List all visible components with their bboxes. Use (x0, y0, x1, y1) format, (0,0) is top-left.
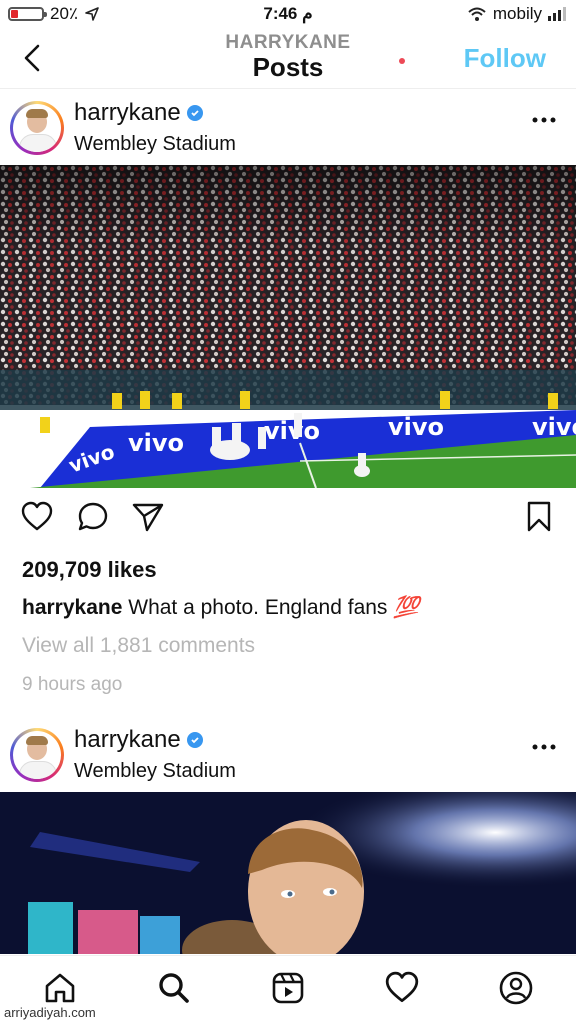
caption-text: What a photo. England fans (128, 596, 388, 619)
comment-icon[interactable] (76, 500, 110, 534)
post-header: harrykane Wembley Stadium (0, 718, 576, 792)
carrier-name: mobily (492, 4, 542, 23)
stadium-crowd-image: vivo vivo vivo vivo vivo (0, 165, 576, 488)
status-bar: 20٪ 7:46 م mobily (0, 0, 576, 30)
view-comments-link[interactable]: View all 1,881 comments (22, 634, 255, 658)
post-location[interactable]: Wembley Stadium (74, 760, 236, 783)
post-location[interactable]: Wembley Stadium (74, 133, 236, 156)
post-photo[interactable]: vivo vivo vivo vivo vivo (0, 165, 576, 488)
avatar[interactable] (10, 728, 64, 782)
bookmark-icon[interactable] (524, 500, 554, 534)
status-right: mobily (467, 4, 566, 24)
svg-text:vivo: vivo (532, 413, 576, 441)
notification-dot (399, 58, 405, 64)
avatar[interactable] (10, 101, 64, 155)
post-username: harrykane (74, 726, 181, 753)
caption-username[interactable]: harrykane (22, 596, 122, 619)
reels-icon[interactable] (270, 970, 306, 1006)
verified-badge-icon (186, 732, 203, 748)
post-actions (0, 500, 576, 544)
post-username: harrykane (74, 99, 181, 126)
more-options-icon[interactable] (532, 115, 556, 125)
post-header: harrykane Wembley Stadium (0, 91, 576, 165)
post-timestamp: 9 hours ago (22, 674, 123, 695)
wifi-icon (468, 7, 486, 21)
post-photo[interactable] (0, 792, 576, 954)
search-icon[interactable] (156, 970, 192, 1006)
player-portrait-image (0, 792, 576, 954)
watermark: arriyadiyah.com (4, 1005, 96, 1020)
follow-button[interactable]: Follow (464, 43, 546, 74)
svg-text:vivo: vivo (388, 413, 444, 441)
home-icon[interactable] (42, 970, 78, 1006)
post-username-link[interactable]: harrykane (74, 726, 203, 754)
signal-icon (548, 7, 566, 21)
verified-badge-icon (186, 105, 203, 121)
nav-header: HARRYKANE Posts Follow (0, 30, 576, 89)
share-icon[interactable] (131, 500, 165, 534)
svg-text:vivo: vivo (128, 429, 184, 457)
post-username-link[interactable]: harrykane (74, 99, 203, 127)
post-caption: harrykane What a photo. England fans 💯 (22, 596, 419, 620)
svg-text:vivo: vivo (264, 417, 320, 445)
heart-icon[interactable] (20, 500, 54, 534)
likes-count[interactable]: 209,709 likes (22, 557, 157, 583)
profile-icon[interactable] (498, 970, 534, 1006)
more-options-icon[interactable] (532, 742, 556, 752)
activity-heart-icon[interactable] (384, 970, 420, 1006)
hundred-points-emoji-icon: 💯 (393, 596, 420, 619)
